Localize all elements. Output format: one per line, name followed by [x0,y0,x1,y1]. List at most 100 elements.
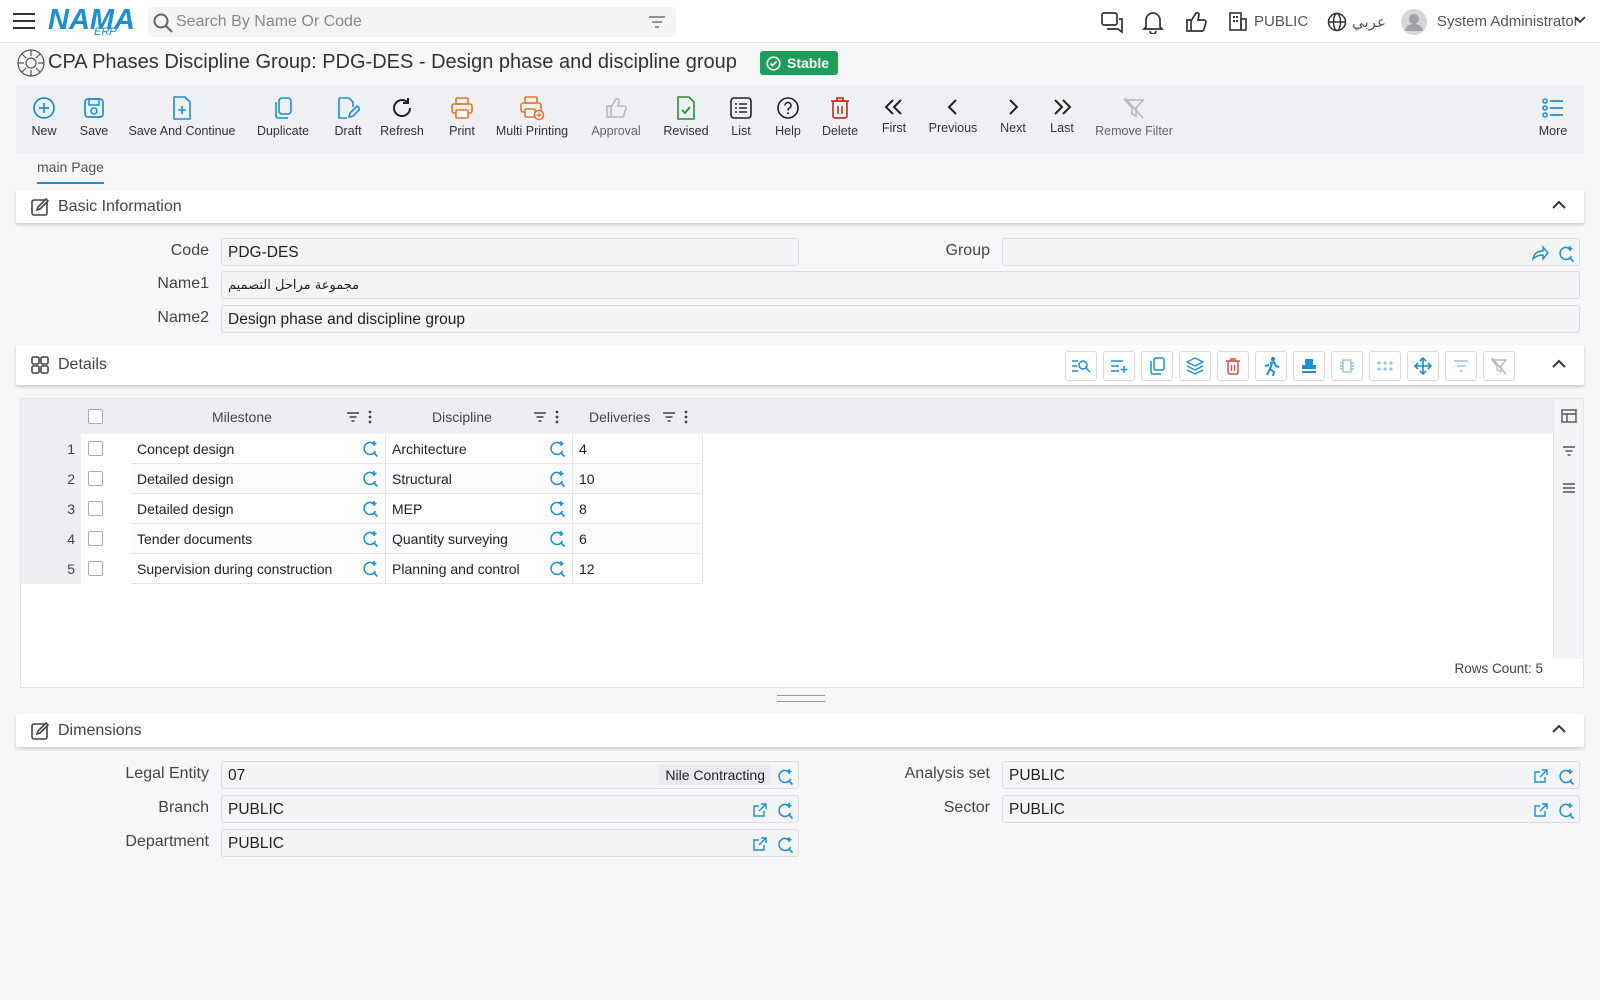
user-avatar-icon[interactable] [1400,8,1428,36]
milestone-cell[interactable]: Detailed design [131,464,386,494]
milestone-cell[interactable]: Supervision during construction [131,554,386,584]
grid-menu-lines-icon[interactable] [1562,482,1576,494]
discipline-cell[interactable]: Quantity surveying [386,524,573,554]
open-external-icon[interactable] [1533,802,1549,818]
lookup-search-icon[interactable] [361,560,379,578]
user-menu-chevron-icon[interactable] [1574,16,1586,24]
duplicate-button[interactable]: Duplicate [254,86,312,153]
lookup-search-icon[interactable] [548,440,566,458]
lookup-search-icon[interactable] [548,530,566,548]
legal-entity-field[interactable]: 07 Nile Contracting [221,761,799,789]
save-button[interactable]: Save [78,86,110,153]
lookup-search-icon[interactable] [548,560,566,578]
name1-field[interactable]: مجموعة مراحل التصميم [221,271,1580,299]
columns-table-icon[interactable] [1561,408,1577,424]
sector-field[interactable]: PUBLIC [1002,795,1580,823]
lookup-search-icon[interactable] [548,470,566,488]
help-button[interactable]: Help [774,86,802,153]
grid-filter-icon[interactable] [1562,445,1576,457]
open-external-icon[interactable] [752,802,768,818]
lookup-search-icon[interactable] [1557,768,1575,786]
deliveries-cell[interactable]: 4 [573,434,703,464]
discipline-cell[interactable]: Architecture [386,434,573,464]
discipline-cell[interactable]: MEP [386,494,573,524]
dimensions-collapse-chevron-icon[interactable] [1552,724,1566,733]
row-checkbox[interactable] [88,441,103,456]
delete-row-icon[interactable] [1217,351,1249,381]
name2-field[interactable]: Design phase and discipline group [221,305,1580,333]
resize-handle[interactable] [777,695,825,702]
lookup-search-icon[interactable] [361,440,379,458]
share-arrow-icon[interactable] [1531,245,1549,261]
notifications-bell-icon[interactable] [1142,10,1164,34]
milestone-filter-icon[interactable] [346,399,360,434]
discipline-cell[interactable]: Planning and control [386,554,573,584]
analysis-set-field[interactable]: PUBLIC [1002,761,1580,789]
run-person-icon[interactable] [1255,351,1287,381]
deliveries-cell[interactable]: 6 [573,524,703,554]
lookup-search-icon[interactable] [776,768,794,786]
details-collapse-chevron-icon[interactable] [1552,359,1566,368]
deliveries-cell[interactable]: 10 [573,464,703,494]
multi-printing-button[interactable]: Multi Printing [496,86,568,153]
thumbs-up-icon[interactable] [1184,10,1208,34]
discipline-menu-icon[interactable] [555,399,559,434]
search-lines-icon[interactable] [1065,351,1097,381]
filter-lines-icon[interactable] [1445,351,1477,381]
language-globe-icon[interactable] [1327,12,1347,32]
open-external-icon[interactable] [752,836,768,852]
milestone-cell[interactable]: Concept design [131,434,386,464]
new-button[interactable]: New [30,86,58,153]
row-checkbox[interactable] [88,501,103,516]
search-input[interactable] [176,7,636,37]
save-and-continue-button[interactable]: Save And Continue [128,86,236,153]
discipline-column-header[interactable]: Discipline [432,399,492,434]
deliveries-cell[interactable]: 12 [573,554,703,584]
row-checkbox[interactable] [88,561,103,576]
remove-filter-button[interactable]: Remove Filter [1095,86,1173,153]
first-record-button[interactable]: First [880,86,908,153]
department-field[interactable]: PUBLIC [221,829,799,857]
basic-information-header[interactable]: Basic Information [16,190,1584,223]
deliveries-filter-icon[interactable] [662,399,676,434]
user-name[interactable]: System Administrator [1437,13,1579,30]
lookup-search-icon[interactable] [361,470,379,488]
code-field[interactable]: PDG-DES [221,238,799,266]
row-checkbox[interactable] [88,471,103,486]
approval-button[interactable]: Approval [590,86,642,153]
refresh-button[interactable]: Refresh [380,86,424,153]
next-record-button[interactable]: Next [998,86,1028,153]
hamburger-menu-icon[interactable] [13,12,35,30]
discipline-cell[interactable]: Structural [386,464,573,494]
milestone-cell[interactable]: Detailed design [131,494,386,524]
chip-icon[interactable] [1331,351,1363,381]
milestone-cell[interactable]: Tender documents [131,524,386,554]
layers-icon[interactable] [1179,351,1211,381]
lookup-search-icon[interactable] [548,500,566,518]
lookup-search-icon[interactable] [1557,802,1575,820]
group-field[interactable] [1002,238,1580,266]
previous-record-button[interactable]: Previous [928,86,978,153]
delete-button[interactable]: Delete [822,86,858,153]
tab-main-page[interactable]: main Page [37,159,104,184]
lookup-search-icon[interactable] [776,836,794,854]
deliveries-column-header[interactable]: Deliveries [589,399,650,434]
search-filter-icon[interactable] [648,14,666,30]
collapse-chevron-up-icon[interactable] [1552,200,1566,209]
deliveries-cell[interactable]: 8 [573,494,703,524]
select-all-checkbox[interactable] [88,409,103,424]
discipline-filter-icon[interactable] [533,399,547,434]
dimensions-header[interactable]: Dimensions [16,714,1584,747]
clear-filter-icon[interactable] [1483,351,1515,381]
company-building-icon[interactable] [1228,10,1248,32]
language-switch[interactable]: عربي [1352,13,1386,31]
last-record-button[interactable]: Last [1048,86,1076,153]
row-checkbox[interactable] [88,531,103,546]
branch-field[interactable]: PUBLIC [221,795,799,823]
stamp-icon[interactable] [1293,351,1325,381]
details-header[interactable]: Details [16,345,1584,385]
lookup-search-icon[interactable] [776,802,794,820]
milestone-menu-icon[interactable] [368,399,372,434]
lookup-search-icon[interactable] [361,530,379,548]
nama-erp-logo[interactable]: NAMA ERP [48,5,135,39]
